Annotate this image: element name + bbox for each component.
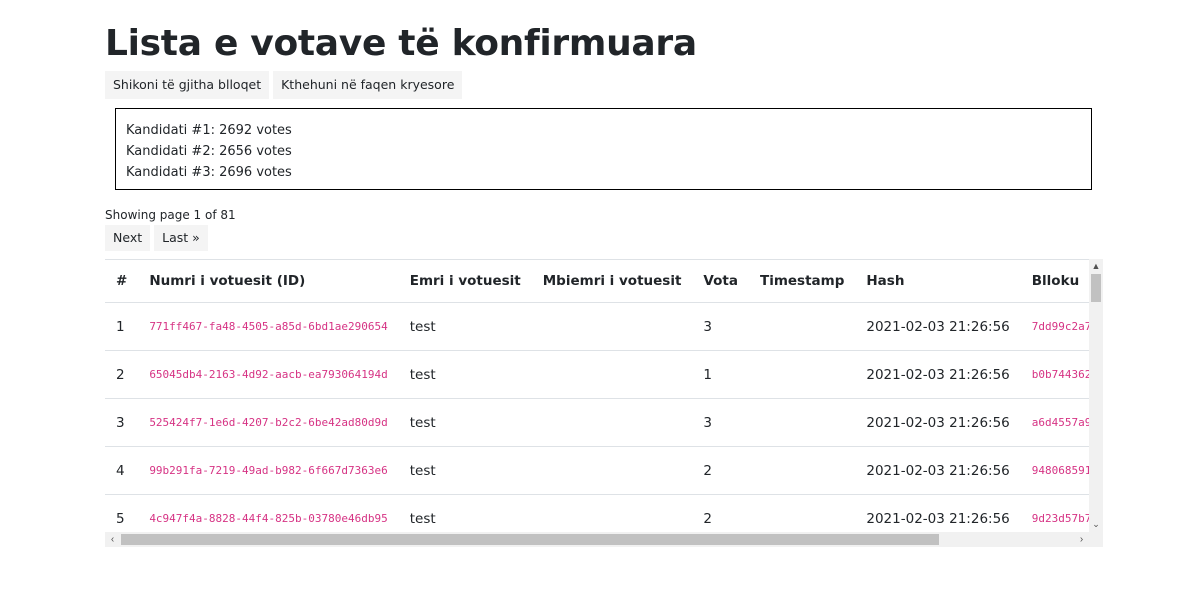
column-header: Vota xyxy=(692,259,749,303)
block-cell: 948068591e4cf xyxy=(1020,446,1089,495)
votes-table-viewport[interactable]: # Numri i votuesit (ID) Emri i votuesit … xyxy=(105,259,1089,532)
timestamp-cell xyxy=(748,398,856,447)
result-line: Kandidati #3: 2696 votes xyxy=(126,165,292,180)
vertical-scrollbar-thumb[interactable] xyxy=(1091,274,1101,302)
voter-name: test xyxy=(398,446,532,495)
timestamp-cell xyxy=(748,350,856,399)
nav-buttons: Shikoni të gjitha blloqet Kthehuni në fa… xyxy=(105,71,463,99)
votes-table: # Numri i votuesit (ID) Emri i votuesit … xyxy=(105,259,1089,532)
row-number: 1 xyxy=(105,302,139,351)
row-number: 3 xyxy=(105,398,139,447)
voter-name: test xyxy=(398,398,532,447)
column-header: Timestamp xyxy=(748,259,856,303)
voter-surname xyxy=(531,446,693,495)
last-page-button[interactable]: Last » xyxy=(154,225,208,251)
scroll-right-arrow-icon[interactable]: › xyxy=(1074,532,1089,547)
view-all-blocks-button[interactable]: Shikoni të gjitha blloqet xyxy=(105,71,270,99)
column-header: Blloku xyxy=(1020,259,1089,303)
vertical-scrollbar[interactable]: ▲ ⌄ xyxy=(1089,259,1103,532)
block-cell: 7dd99c2a79925 xyxy=(1020,302,1089,351)
pagination-status: Showing page 1 of 81 xyxy=(105,208,236,222)
vote-value: 3 xyxy=(692,302,749,351)
table-row: 2 65045db4-2163-4d92-aacb-ea793064194d t… xyxy=(105,350,1089,399)
timestamp-cell xyxy=(748,494,856,532)
timestamp-cell xyxy=(748,302,856,351)
vote-results-box: Kandidati #1: 2692 votes Kandidati #2: 2… xyxy=(115,108,1092,190)
voter-id: 99b291fa-7219-49ad-b982-6f667d7363e6 xyxy=(138,446,399,495)
hash-cell: 2021-02-03 21:26:56 xyxy=(855,350,1021,399)
voter-id: 525424f7-1e6d-4207-b2c2-6be42ad80d9d xyxy=(138,398,399,447)
block-cell: a6d4557a999b1 xyxy=(1020,398,1089,447)
vote-value: 3 xyxy=(692,398,749,447)
voter-name: test xyxy=(398,494,532,532)
row-number: 2 xyxy=(105,350,139,399)
votes-table-container: # Numri i votuesit (ID) Emri i votuesit … xyxy=(105,259,1103,547)
voter-name: test xyxy=(398,302,532,351)
timestamp-cell xyxy=(748,446,856,495)
result-line: Kandidati #1: 2692 votes xyxy=(126,123,292,138)
hash-cell: 2021-02-03 21:26:56 xyxy=(855,398,1021,447)
horizontal-scrollbar[interactable]: ‹ › xyxy=(105,532,1103,547)
column-header: Hash xyxy=(855,259,1021,303)
table-row: 4 99b291fa-7219-49ad-b982-6f667d7363e6 t… xyxy=(105,446,1089,495)
voter-surname xyxy=(531,350,693,399)
scroll-down-arrow-icon[interactable]: ⌄ xyxy=(1089,517,1103,531)
hash-cell: 2021-02-03 21:26:56 xyxy=(855,494,1021,532)
voter-id: 771ff467-fa48-4505-a85d-6bd1ae290654 xyxy=(138,302,399,351)
page-title: Lista e votave të konfirmuara xyxy=(105,23,697,64)
row-number: 4 xyxy=(105,446,139,495)
next-page-button[interactable]: Next xyxy=(105,225,151,251)
voter-surname xyxy=(531,494,693,532)
result-line: Kandidati #2: 2656 votes xyxy=(126,144,292,159)
vote-value: 2 xyxy=(692,494,749,532)
column-header: # xyxy=(105,259,139,303)
scroll-left-arrow-icon[interactable]: ‹ xyxy=(105,532,120,547)
pagination: Next Last » xyxy=(105,225,208,251)
voter-name: test xyxy=(398,350,532,399)
row-number: 5 xyxy=(105,494,139,532)
block-cell: b0b744362b937 xyxy=(1020,350,1089,399)
vote-value: 1 xyxy=(692,350,749,399)
voter-id: 65045db4-2163-4d92-aacb-ea793064194d xyxy=(138,350,399,399)
voter-id: 4c947f4a-8828-44f4-825b-03780e46db95 xyxy=(138,494,399,532)
column-header: Numri i votuesit (ID) xyxy=(138,259,399,303)
table-row: 5 4c947f4a-8828-44f4-825b-03780e46db95 t… xyxy=(105,494,1089,532)
hash-cell: 2021-02-03 21:26:56 xyxy=(855,446,1021,495)
vote-value: 2 xyxy=(692,446,749,495)
block-cell: 9d23d57b72d53 xyxy=(1020,494,1089,532)
table-header-row: # Numri i votuesit (ID) Emri i votuesit … xyxy=(105,259,1089,303)
voter-surname xyxy=(531,302,693,351)
column-header: Mbiemri i votuesit xyxy=(531,259,693,303)
horizontal-scrollbar-thumb[interactable] xyxy=(121,534,939,545)
scroll-up-arrow-icon[interactable]: ▲ xyxy=(1089,259,1103,273)
table-row: 3 525424f7-1e6d-4207-b2c2-6be42ad80d9d t… xyxy=(105,398,1089,447)
back-home-button[interactable]: Kthehuni në faqen kryesore xyxy=(273,71,463,99)
column-header: Emri i votuesit xyxy=(398,259,532,303)
table-row: 1 771ff467-fa48-4505-a85d-6bd1ae290654 t… xyxy=(105,302,1089,351)
voter-surname xyxy=(531,398,693,447)
hash-cell: 2021-02-03 21:26:56 xyxy=(855,302,1021,351)
